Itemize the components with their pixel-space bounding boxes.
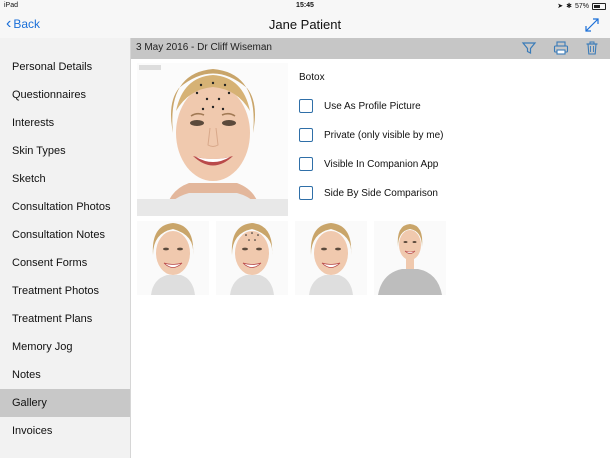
sidebar-item-memory-jog[interactable]: Memory Jog <box>0 333 130 361</box>
status-time: 15:45 <box>296 2 314 9</box>
option-side-by-side-comparison[interactable]: Side By Side Comparison <box>299 186 438 200</box>
sidebar-item-skin-types[interactable]: Skin Types <box>0 137 130 165</box>
battery-percent: 57% <box>574 2 589 10</box>
sidebar-item-invoices[interactable]: Invoices <box>0 417 130 445</box>
filter-icon[interactable] <box>521 40 537 56</box>
sidebar-item-gallery[interactable]: Gallery <box>0 389 130 417</box>
sidebar-item-personal-details[interactable]: Personal Details <box>0 53 130 81</box>
entry-date-doctor: 3 May 2016 - Dr Cliff Wiseman <box>136 42 272 53</box>
sidebar-item-treatment-plans[interactable]: Treatment Plans <box>0 305 130 333</box>
option-label: Side By Side Comparison <box>324 187 438 199</box>
trash-icon[interactable] <box>584 40 600 56</box>
navigation-bar: ‹ Back Jane Patient <box>0 13 610 38</box>
sidebar-item-consultation-notes[interactable]: Consultation Notes <box>0 221 130 249</box>
checkbox[interactable] <box>299 128 313 142</box>
battery-icon <box>592 2 606 10</box>
bluetooth-icon: ✱ <box>566 3 572 10</box>
status-right: ➤ ✱ 57% <box>557 2 606 10</box>
option-label: Private (only visible by me) <box>324 129 444 141</box>
treatment-label: Botox <box>299 72 325 83</box>
sidebar-item-notes[interactable]: Notes <box>0 361 130 389</box>
sidebar-item-questionnaires[interactable]: Questionnaires <box>0 81 130 109</box>
sidebar-item-consent-forms[interactable]: Consent Forms <box>0 249 130 277</box>
expand-icon[interactable] <box>584 17 600 33</box>
gallery-thumbnail-4[interactable] <box>374 221 446 295</box>
main-gallery-photo[interactable] <box>137 63 288 216</box>
option-private[interactable]: Private (only visible by me) <box>299 128 443 142</box>
location-icon: ➤ <box>557 3 564 10</box>
page-title: Jane Patient <box>268 17 342 32</box>
gallery-thumbnail-3[interactable] <box>295 221 367 295</box>
sidebar-item-sketch[interactable]: Sketch <box>0 165 130 193</box>
sidebar-item-consultation-photos[interactable]: Consultation Photos <box>0 193 130 221</box>
sidebar-item-treatment-photos[interactable]: Treatment Photos <box>0 277 130 305</box>
checkbox[interactable] <box>299 157 313 171</box>
checkbox[interactable] <box>299 99 313 113</box>
status-bar: iPad 15:45 ➤ ✱ 57% <box>0 0 610 13</box>
sidebar-item-interests[interactable]: Interests <box>0 109 130 137</box>
option-visible-in-companion-app[interactable]: Visible In Companion App <box>299 157 438 171</box>
checkbox[interactable] <box>299 186 313 200</box>
option-use-as-profile-picture[interactable]: Use As Profile Picture <box>299 99 421 113</box>
option-label: Use As Profile Picture <box>324 100 421 112</box>
option-label: Visible In Companion App <box>324 158 439 170</box>
gallery-thumbnail-1[interactable] <box>137 221 209 295</box>
gallery-thumbnail-2[interactable] <box>216 221 288 295</box>
gallery-entry-header: 3 May 2016 - Dr Cliff Wiseman <box>131 38 610 59</box>
printer-icon[interactable] <box>553 40 569 56</box>
sidebar: Personal Details Questionnaires Interest… <box>0 38 131 458</box>
